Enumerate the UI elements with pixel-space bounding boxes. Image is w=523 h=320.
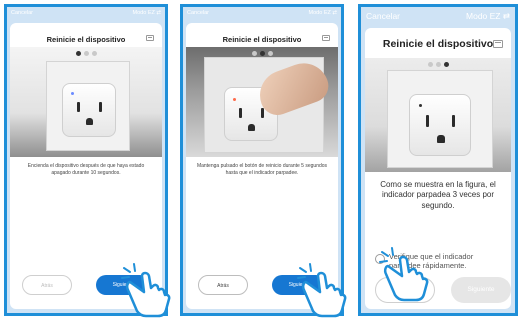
pointing-hand-icon [297, 263, 347, 318]
smart-plug [62, 83, 116, 137]
step-dot-1 [251, 51, 257, 56]
step-indicator [10, 51, 162, 56]
page-title: Reinicie el dispositivo [382, 38, 494, 50]
top-bar: Cancelar Modo EZ ⇄ [183, 7, 341, 22]
step-dot-1 [427, 62, 433, 67]
page-title: Reinicie el dispositivo [222, 35, 302, 44]
device-illustration [186, 47, 338, 157]
menu-icon[interactable] [322, 35, 330, 41]
step-dot-1 [75, 51, 81, 56]
device-illustration [10, 47, 162, 157]
device-illustration [365, 58, 511, 172]
top-bar: Cancelar Modo EZ ⇄ [7, 7, 165, 22]
outlet-ground [437, 135, 445, 143]
cancel-link[interactable]: Cancelar [11, 10, 33, 16]
step-dot-2 [83, 51, 89, 56]
mode-switch[interactable]: Modo EZ ⇄ [133, 10, 161, 16]
pointing-hand-icon [121, 263, 171, 318]
page-title: Reinicie el dispositivo [46, 35, 126, 44]
step-dot-3 [443, 62, 449, 67]
outlet-slot [99, 102, 102, 112]
outlet-slot [426, 115, 429, 127]
mode-switch[interactable]: Modo EZ ⇄ [466, 11, 510, 22]
next-button[interactable]: Siguiente [451, 277, 511, 303]
step-dot-3 [267, 51, 273, 56]
cancel-link[interactable]: Cancelar [187, 10, 209, 16]
instruction-text: Como se muestra en la figura, el indicad… [380, 180, 496, 210]
mode-switch[interactable]: Modo EZ ⇄ [309, 10, 337, 16]
menu-icon[interactable] [493, 40, 503, 48]
instruction-text: Mantenga pulsado el botón de reinicio du… [196, 163, 328, 176]
outlet-ground [248, 124, 255, 131]
step-dot-3 [91, 51, 97, 56]
step-indicator [186, 51, 338, 56]
status-led [71, 92, 74, 95]
outlet-slot [239, 108, 242, 118]
smart-plug [409, 94, 471, 156]
back-button[interactable]: Atrás [198, 275, 248, 295]
outlet-slot [261, 108, 264, 118]
outlet-slot [77, 102, 80, 112]
step-indicator [365, 62, 511, 67]
step-dot-2 [259, 51, 265, 56]
step-dot-2 [435, 62, 441, 67]
menu-icon[interactable] [146, 35, 154, 41]
cancel-link[interactable]: Cancelar [366, 11, 400, 21]
pointing-hand-icon [379, 247, 429, 302]
top-bar: Cancelar Modo EZ ⇄ [361, 7, 515, 27]
instruction-text: Encienda el dispositivo después de que h… [27, 163, 145, 176]
outlet-ground [86, 118, 93, 125]
outlet-slot [452, 115, 455, 127]
status-led [419, 104, 422, 107]
back-button[interactable]: Atrás [22, 275, 72, 295]
status-led [233, 98, 236, 101]
